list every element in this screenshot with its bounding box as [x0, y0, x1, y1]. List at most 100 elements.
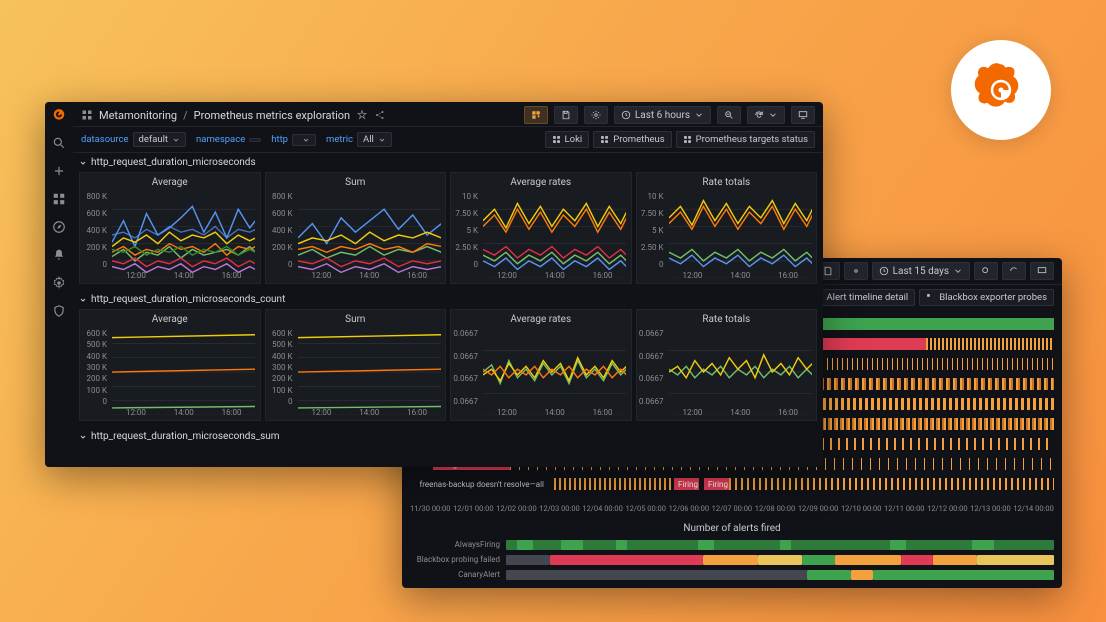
chevron-down-icon [694, 110, 704, 120]
chevron-down-icon [302, 136, 310, 144]
grafana-home-icon[interactable] [52, 108, 66, 122]
fire-row-canary: CanaryAlert [402, 568, 1062, 581]
gear-icon[interactable] [52, 276, 66, 290]
chevron-down-icon [79, 159, 87, 167]
row-title-1: http_request_duration_microseconds [91, 157, 256, 168]
explore-icon[interactable] [52, 220, 66, 234]
search-icon[interactable] [52, 136, 66, 150]
chart-plot [669, 329, 812, 415]
link-prometheus-targets[interactable]: Prometheus targets status [676, 131, 815, 148]
refresh-icon [1009, 266, 1019, 276]
refresh-icon [754, 110, 764, 120]
top-toolbar: Metamonitoring / Prometheus metrics expl… [73, 102, 823, 127]
save-button[interactable] [554, 106, 578, 124]
grafana-icon [969, 58, 1033, 122]
time-picker[interactable]: Last 6 hours [614, 106, 711, 124]
kiosk-button-b[interactable] [1030, 262, 1054, 280]
cog-icon [591, 110, 601, 120]
zoom-out-icon [724, 110, 734, 120]
panel-avgrates-1[interactable]: Average rates 02.50 K5 K7.50 K10 K 12:00… [450, 172, 632, 284]
plus-icon[interactable] [52, 164, 66, 178]
panel-row-2: Average 0100 K200 K300 K400 K500 K600 K … [73, 309, 823, 427]
dashboards-icon[interactable] [52, 192, 66, 206]
breadcrumb-folder[interactable]: Metamonitoring [99, 109, 177, 122]
link-icon [600, 135, 609, 144]
grafana-logo-badge [951, 40, 1051, 140]
refresh-button[interactable] [747, 106, 785, 124]
row-title-2: http_request_duration_microseconds_count [91, 294, 285, 305]
row-header-3[interactable]: http_request_duration_microseconds_sum [73, 427, 823, 446]
panel-row-1: Average 0200 K400 K600 K800 K 12 [73, 172, 823, 290]
yaxis: 0200 K400 K600 K800 K [80, 192, 110, 269]
link-icon [552, 135, 561, 144]
var-datasource-select[interactable]: default [133, 132, 187, 147]
panel-ratetotals-1[interactable]: Rate totals 02.50 K5 K7.50 K10 K 12:0014… [636, 172, 818, 284]
save-icon [823, 266, 833, 276]
fire-row-blackbox: Blackbox probing failed [402, 553, 1062, 566]
dashboard-grid-icon[interactable] [81, 109, 93, 121]
chevron-down-icon [378, 136, 386, 144]
zoom-out-button[interactable] [717, 106, 741, 124]
chart-plot [112, 192, 255, 278]
link-loki[interactable]: Loki [545, 131, 590, 148]
add-panel-button[interactable] [524, 106, 548, 124]
chart-plot [298, 192, 441, 278]
var-datasource: datasource default [81, 132, 186, 147]
chevron-down-icon [768, 110, 778, 120]
share-icon[interactable] [374, 109, 386, 121]
panel-average-2[interactable]: Average 0100 K200 K300 K400 K500 K600 K … [79, 309, 261, 421]
breadcrumb-dashboard[interactable]: Prometheus metrics exploration [194, 109, 350, 122]
settings-button-b[interactable] [844, 262, 868, 280]
save-icon [561, 110, 571, 120]
var-metric: metric All [326, 132, 392, 147]
var-http: http [271, 134, 316, 146]
panel-add-icon [531, 110, 541, 120]
star-icon[interactable] [356, 109, 368, 121]
settings-button[interactable] [584, 106, 608, 124]
var-namespace: namespace [196, 134, 261, 145]
var-metric-select[interactable]: All [357, 132, 392, 147]
chart-plot [483, 329, 626, 415]
link-icon [683, 135, 692, 144]
alert-icon[interactable] [52, 248, 66, 262]
chart-plot [112, 329, 255, 415]
link-prometheus[interactable]: Prometheus [593, 131, 671, 148]
alert-row-freenas: freenas-backup doesn't resolve—all Firin… [410, 476, 1054, 492]
chevron-down-icon [953, 266, 963, 276]
panel-average-1[interactable]: Average 0200 K400 K600 K800 K 12 [79, 172, 261, 284]
clock-icon [879, 266, 889, 276]
xaxis: 12:0014:0016:00 [112, 271, 256, 281]
nav-sidebar [45, 102, 73, 467]
monitor-icon [798, 110, 808, 120]
timeline-xaxis: 11/30 00:0012/01 00:0012/02 00:0012/03 0… [402, 502, 1062, 519]
chart-plot [298, 329, 441, 415]
clock-icon [621, 110, 631, 120]
variable-bar: datasource default namespace http metric… [73, 127, 823, 153]
panel-sum-2[interactable]: Sum 0100 K200 K300 K400 K500 K600 K 12:0… [265, 309, 447, 421]
alerts-fired-title: Number of alerts fired [402, 519, 1062, 538]
kiosk-button[interactable] [791, 106, 815, 124]
row-title-3: http_request_duration_microseconds_sum [91, 431, 280, 442]
row-header-1[interactable]: http_request_duration_microseconds [73, 153, 823, 172]
row-header-2[interactable]: http_request_duration_microseconds_count [73, 290, 823, 309]
shield-icon[interactable] [52, 304, 66, 318]
chart-plot [669, 192, 812, 278]
var-namespace-select[interactable] [249, 138, 261, 142]
chevron-down-icon [172, 136, 180, 144]
link-blackbox[interactable]: Blackbox exporter probes [919, 289, 1054, 306]
panel-avgrates-2[interactable]: Average rates 0.06670.06670.06670.0667 1… [450, 309, 632, 421]
link-icon [926, 293, 935, 302]
monitor-icon [1037, 266, 1047, 276]
refresh-button-b[interactable] [1002, 262, 1026, 280]
zoom-out-button-b[interactable] [974, 262, 998, 280]
panel-ratetotals-2[interactable]: Rate totals 0.06670.06670.06670.0667 12:… [636, 309, 818, 421]
dashboard-metamonitoring: Metamonitoring / Prometheus metrics expl… [45, 102, 823, 467]
fire-row-always: AlwaysFiring [402, 538, 1062, 551]
chevron-down-icon [79, 296, 87, 304]
chart-plot [483, 192, 626, 278]
panel-sum-1[interactable]: Sum 0200 K400 K600 K800 K 12:0014:0016:0… [265, 172, 447, 284]
time-range-label: Last 6 hours [635, 110, 690, 121]
time-picker-b[interactable]: Last 15 days [872, 262, 970, 280]
var-http-select[interactable] [292, 134, 316, 146]
chevron-down-icon [79, 433, 87, 441]
